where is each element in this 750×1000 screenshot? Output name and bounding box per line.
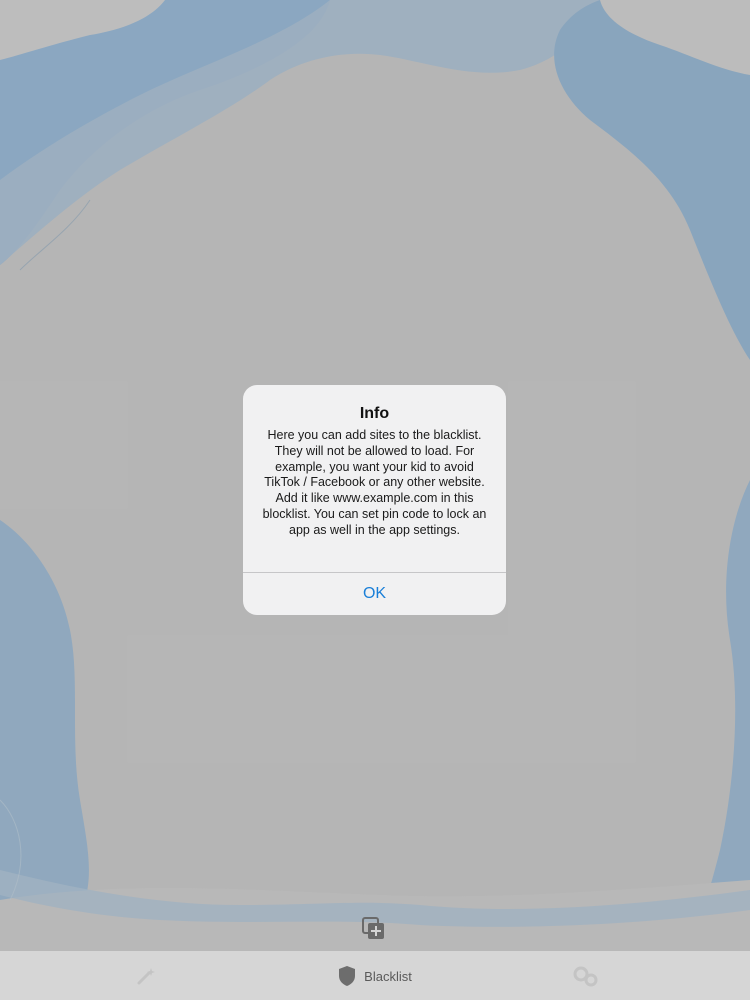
- info-alert-dialog: Info Here you can add sites to the black…: [243, 385, 506, 615]
- settings-icon: [573, 966, 598, 987]
- magic-wand-icon: [137, 968, 155, 985]
- alert-message: Here you can add sites to the blacklist.…: [262, 428, 487, 537]
- tab-blacklist[interactable]: Blacklist: [300, 951, 450, 1000]
- shield-icon: [339, 966, 356, 986]
- tab-bar: Blacklist: [0, 950, 750, 1000]
- tab-magic[interactable]: [80, 951, 220, 1000]
- add-site-button[interactable]: [362, 917, 386, 941]
- alert-title: Info: [359, 405, 390, 422]
- add-copy-icon: [362, 917, 384, 939]
- tab-settings[interactable]: [520, 951, 660, 1000]
- ok-button[interactable]: OK: [243, 573, 506, 615]
- screen: Info Here you can add sites to the black…: [0, 0, 750, 1000]
- tab-blacklist-label: Blacklist: [364, 968, 412, 984]
